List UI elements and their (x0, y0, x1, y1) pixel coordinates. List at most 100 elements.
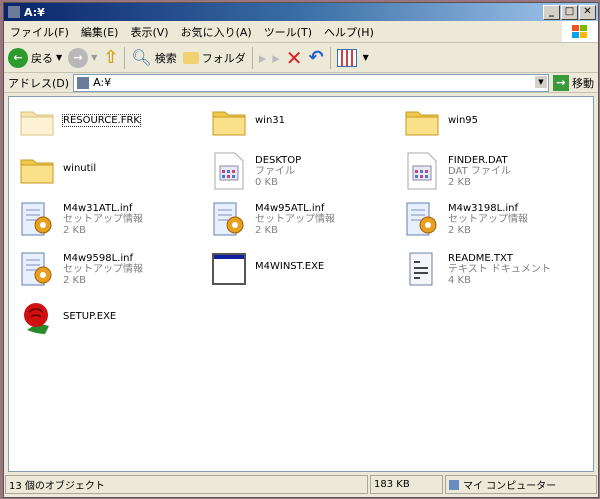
file-name: M4w3198L.inf (448, 203, 519, 214)
search-label: 検索 (154, 51, 177, 65)
separator (251, 46, 253, 69)
file-item[interactable]: win31 (211, 104, 396, 142)
folders-button[interactable]: フォルダ (182, 50, 246, 66)
menu-favorites[interactable]: お気に入り(A) (175, 24, 258, 40)
txt-icon (404, 250, 440, 288)
inf-icon (19, 200, 55, 238)
file-name: win31 (255, 115, 286, 126)
file-item[interactable]: SETUP.EXE (19, 300, 204, 338)
file-size: 2 KB (63, 275, 86, 286)
separator (124, 46, 126, 69)
exe-icon (211, 250, 247, 288)
windows-logo-icon (562, 21, 598, 42)
file-item[interactable]: M4w3198L.inf セットアップ情報 2 KB (404, 200, 589, 238)
status-location: マイ コンピューター (445, 475, 597, 494)
file-type: セットアップ情報 (448, 214, 528, 225)
file-type: セットアップ情報 (63, 214, 143, 225)
file-text: M4w31ATL.inf セットアップ情報 2 KB (63, 200, 143, 236)
undo-icon[interactable]: ↶ (309, 47, 324, 68)
back-label: 戻る (31, 51, 53, 65)
window-title: A:¥ (24, 5, 45, 19)
file-type: テキスト ドキュメント (448, 264, 551, 275)
chevron-down-icon[interactable]: ▼ (363, 53, 369, 62)
file-item[interactable]: FINDER.DAT DAT ファイル 2 KB (404, 152, 589, 190)
inf-icon (211, 200, 247, 238)
menu-tools[interactable]: ツール(T) (258, 24, 318, 40)
file-text: win31 (255, 104, 285, 126)
folder-icon (404, 104, 440, 142)
file-text: M4w3198L.inf セットアップ情報 2 KB (448, 200, 528, 236)
file-text: DESKTOP ファイル 0 KB (255, 152, 301, 188)
file-name: win95 (448, 115, 479, 126)
toolbar: ← 戻る ▼ → ▼ ⇧ 🔍︎ 検索 フォルダ ▸ ▸ ✕ ↶ ▼ (4, 43, 598, 73)
file-name: M4WINST.EXE (255, 261, 325, 272)
file-item[interactable]: win95 (404, 104, 589, 142)
file-text: RESOURCE.FRK (62, 104, 141, 127)
file-size: 4 KB (448, 275, 471, 286)
status-size: 183 KB (370, 475, 443, 494)
file-item[interactable]: M4w31ATL.inf セットアップ情報 2 KB (19, 200, 204, 238)
menu-view[interactable]: 表示(V) (124, 24, 174, 40)
folders-label: フォルダ (201, 51, 246, 65)
address-dropdown-button[interactable]: ▼ (535, 75, 547, 88)
file-item[interactable]: M4w9598L.inf セットアップ情報 2 KB (19, 250, 204, 288)
go-arrow-icon: → (553, 74, 569, 91)
back-button[interactable]: ← 戻る ▼ (8, 47, 62, 68)
status-location-label: マイ コンピューター (463, 481, 557, 492)
status-bar: 13 個のオブジェクト 183 KB マイ コンピューター (5, 475, 597, 496)
views-icon[interactable] (336, 48, 357, 67)
address-input[interactable]: A:¥ ▼ (73, 73, 549, 92)
search-icon: 🔍︎ (131, 48, 152, 67)
explorer-window: A:¥ _ □ ✕ ファイル(F) 編集(E) 表示(V) お気に入り(A) ツ… (3, 2, 599, 498)
close-button[interactable]: ✕ (579, 4, 596, 20)
file-size: 2 KB (255, 225, 278, 236)
file-item[interactable]: M4WINST.EXE (211, 250, 396, 288)
file-name: README.TXT (448, 253, 513, 264)
up-folder-icon[interactable]: ⇧ (103, 47, 118, 68)
file-text: M4w9598L.inf セットアップ情報 2 KB (63, 250, 143, 286)
file-name: M4w31ATL.inf (63, 203, 133, 214)
chevron-down-icon[interactable]: ▼ (56, 53, 62, 62)
file-item[interactable]: README.TXT テキスト ドキュメント 4 KB (404, 250, 589, 288)
file-size: 2 KB (63, 225, 86, 236)
move-to-icon[interactable]: ▸ (259, 49, 267, 67)
menu-help[interactable]: ヘルプ(H) (318, 24, 380, 40)
file-item[interactable]: DESKTOP ファイル 0 KB (211, 152, 396, 190)
file-text: SETUP.EXE (63, 300, 116, 322)
address-label: アドレス(D) (8, 76, 70, 90)
maximize-button[interactable]: □ (561, 4, 578, 20)
rose-icon (19, 300, 55, 338)
address-value: A:¥ (93, 76, 112, 89)
file-name: M4w9598L.inf (63, 253, 134, 264)
file-text: win95 (448, 104, 478, 126)
file-item[interactable]: M4w95ATL.inf セットアップ情報 2 KB (211, 200, 396, 238)
delete-icon[interactable]: ✕ (286, 46, 303, 70)
file-item[interactable]: RESOURCE.FRK (19, 104, 204, 142)
title-bar[interactable]: A:¥ _ □ ✕ (4, 3, 598, 21)
menu-edit[interactable]: 編集(E) (75, 24, 125, 40)
copy-to-icon[interactable]: ▸ (272, 49, 280, 67)
file-text: M4w95ATL.inf セットアップ情報 2 KB (255, 200, 335, 236)
forward-button[interactable]: → ▼ (68, 47, 97, 68)
file-name: FINDER.DAT (448, 155, 508, 166)
file-item[interactable]: winutil (19, 152, 204, 190)
file-name: RESOURCE.FRK (62, 114, 141, 127)
file-type: セットアップ情報 (255, 214, 335, 225)
folder-icon (182, 51, 199, 64)
file-name: DESKTOP (255, 155, 302, 166)
folder-icon (211, 104, 247, 142)
file-name: M4w95ATL.inf (255, 203, 325, 214)
go-label: 移動 (572, 76, 594, 90)
chevron-down-icon[interactable]: ▼ (91, 53, 97, 62)
address-bar: アドレス(D) A:¥ ▼ → 移動 (4, 73, 598, 93)
inf-icon (404, 200, 440, 238)
menu-bar: ファイル(F) 編集(E) 表示(V) お気に入り(A) ツール(T) ヘルプ(… (4, 21, 598, 43)
go-button[interactable]: → 移動 (553, 74, 594, 91)
search-button[interactable]: 🔍︎ 検索 (131, 48, 176, 67)
file-size: 2 KB (448, 225, 471, 236)
status-count: 13 個のオブジェクト (5, 475, 368, 494)
menu-file[interactable]: ファイル(F) (4, 24, 75, 40)
computer-icon (449, 479, 459, 490)
minimize-button[interactable]: _ (543, 4, 560, 20)
file-type: セットアップ情報 (63, 264, 143, 275)
